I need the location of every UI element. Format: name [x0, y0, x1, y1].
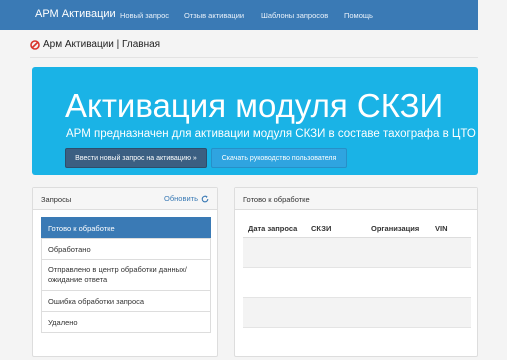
- refresh-label: Обновить: [164, 194, 198, 203]
- ready-panel-title: Готово к обработке: [243, 195, 310, 204]
- breadcrumb: Арм Активации | Главная: [30, 39, 160, 50]
- ready-panel: Готово к обработке Дата запроса СКЗИ Орг…: [234, 187, 478, 357]
- column-header-vin[interactable]: VIN: [435, 224, 448, 233]
- top-navbar: АРМ Активации Новый запрос Отзыв активац…: [0, 0, 478, 30]
- breadcrumb-text: Арм Активации | Главная: [43, 39, 161, 50]
- status-item-sent[interactable]: Отправлено в центр обработки данных/ожид…: [41, 259, 211, 291]
- header-divider: [30, 57, 478, 58]
- table-row: [243, 268, 471, 298]
- status-item-ready[interactable]: Готово к обработке: [41, 217, 211, 239]
- status-item-error[interactable]: Ошибка обработки запроса: [41, 290, 211, 312]
- app-logo-icon: [30, 39, 40, 50]
- status-item-processed[interactable]: Обработано: [41, 238, 211, 260]
- table-row: [243, 298, 471, 328]
- nav-new-request[interactable]: Новый запрос: [120, 11, 169, 20]
- new-activation-request-button[interactable]: Ввести новый запрос на активацию »: [65, 148, 207, 168]
- column-header-skzi[interactable]: СКЗИ: [311, 224, 331, 233]
- table-header: Дата запроса СКЗИ Организация VIN: [243, 218, 471, 238]
- requests-panel: Запросы Обновить Готово к обработке Обра…: [32, 187, 218, 357]
- refresh-icon: [201, 195, 209, 202]
- column-header-organization[interactable]: Организация: [371, 224, 419, 233]
- ready-panel-header: Готово к обработке: [235, 188, 477, 210]
- download-manual-button[interactable]: Скачать руководство пользователя: [211, 148, 347, 168]
- requests-panel-title: Запросы: [41, 195, 72, 204]
- hero-title: Активация модуля СКЗИ: [65, 87, 444, 124]
- refresh-button[interactable]: Обновить: [164, 194, 209, 203]
- requests-table: Дата запроса СКЗИ Организация VIN: [243, 218, 471, 328]
- nav-request-templates[interactable]: Шаблоны запросов: [261, 11, 328, 20]
- status-item-deleted[interactable]: Удалено: [41, 311, 211, 333]
- table-row: [243, 238, 471, 268]
- hero-subtitle: АРМ предназначен для активации модуля СК…: [66, 128, 476, 140]
- app-brand[interactable]: АРМ Активации: [35, 8, 116, 20]
- nav-help[interactable]: Помощь: [344, 11, 373, 20]
- hero-banner: Активация модуля СКЗИ АРМ предназначен д…: [32, 67, 478, 175]
- nav-revoke-activation[interactable]: Отзыв активации: [184, 11, 244, 20]
- requests-panel-header: Запросы Обновить: [33, 188, 217, 210]
- column-header-date[interactable]: Дата запроса: [248, 224, 297, 233]
- request-status-list: Готово к обработке Обработано Отправлено…: [41, 217, 211, 333]
